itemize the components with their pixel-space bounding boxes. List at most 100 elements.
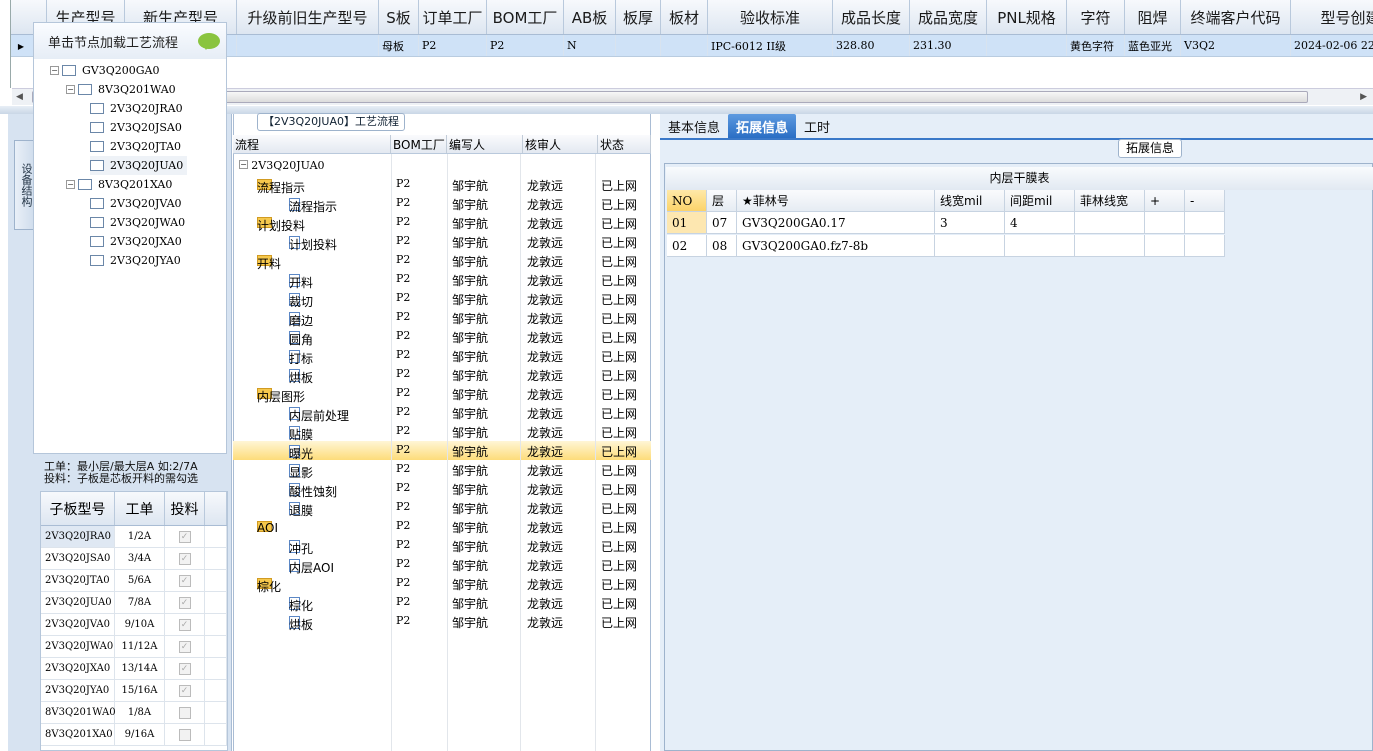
flow-step-row[interactable]: 退膜 P2 邹宇航 龙敦远 已上网 bbox=[233, 498, 651, 518]
flow-step-row[interactable]: 贴膜 P2 邹宇航 龙敦远 已上网 bbox=[233, 422, 651, 442]
column-header[interactable]: 订单工厂 bbox=[419, 0, 487, 34]
feed-checkbox[interactable]: ✓ bbox=[178, 618, 191, 631]
grid-cell[interactable]: P2 bbox=[419, 35, 487, 56]
grid-cell[interactable] bbox=[237, 35, 379, 56]
dry-film-cell[interactable] bbox=[1075, 212, 1145, 234]
dry-film-cell[interactable] bbox=[935, 235, 1005, 257]
column-header[interactable]: 升级前旧生产型号 bbox=[237, 0, 379, 34]
feed-checkbox[interactable] bbox=[178, 706, 191, 719]
sub-grid-row[interactable]: 2V3Q20JRA0 1/2A ✓ bbox=[41, 526, 227, 548]
dry-film-row[interactable]: 01 07 GV3Q200GA0.17 3 4 bbox=[667, 212, 1227, 234]
tree-node[interactable]: 2V3Q20JVA0 bbox=[90, 194, 182, 213]
tree-node[interactable]: 2V3Q20JUA0 bbox=[90, 156, 188, 175]
dry-film-cell[interactable]: 3 bbox=[935, 212, 1005, 234]
column-header[interactable]: AB板 bbox=[564, 0, 616, 34]
flow-step-row[interactable]: 烘板 P2 邹宇航 龙敦远 已上网 bbox=[233, 612, 651, 632]
column-header[interactable]: 验收标准 bbox=[708, 0, 833, 34]
grid-cell[interactable] bbox=[616, 35, 661, 56]
dry-film-column-header[interactable]: 间距mil bbox=[1005, 190, 1075, 212]
flow-step-row[interactable]: −内层图形P2邹宇航龙敦远已上网 bbox=[233, 384, 651, 404]
dry-film-cell[interactable]: 02 bbox=[667, 235, 707, 257]
flow-step-row[interactable]: 裁切 P2 邹宇航 龙敦远 已上网 bbox=[233, 289, 651, 309]
sub-grid-row[interactable]: 8V3Q201XA0 9/16A bbox=[41, 724, 227, 746]
dry-film-cell[interactable]: 01 bbox=[667, 212, 707, 234]
flow-step-row[interactable]: 烘板 P2 邹宇航 龙敦远 已上网 bbox=[233, 365, 651, 385]
grid-cell[interactable]: 231.30 bbox=[910, 35, 987, 56]
column-header[interactable]: 终端客户代码 bbox=[1181, 0, 1291, 34]
tree-node[interactable]: − GV3Q200GA0 bbox=[50, 61, 159, 80]
grid-cell[interactable]: 2024-02-06 22:25 bbox=[1291, 35, 1373, 56]
dry-film-column-header[interactable]: 线宽mil bbox=[935, 190, 1005, 212]
sub-grid-row[interactable]: 2V3Q20JVA0 9/10A ✓ bbox=[41, 614, 227, 636]
dry-film-column-header[interactable]: 层 bbox=[707, 190, 737, 212]
column-header[interactable]: S板 bbox=[379, 0, 419, 34]
feed-checkbox[interactable]: ✓ bbox=[178, 530, 191, 543]
sub-grid-row[interactable]: 8V3Q201WA0 1/8A bbox=[41, 702, 227, 724]
scroll-left-icon[interactable]: ◀ bbox=[16, 92, 23, 102]
tab-work-hours[interactable]: 工时 bbox=[796, 114, 838, 138]
tree-node[interactable]: 2V3Q20JSA0 bbox=[90, 118, 182, 137]
dry-film-cell[interactable]: 07 bbox=[707, 212, 737, 234]
grid-cell[interactable]: P2 bbox=[487, 35, 564, 56]
flow-column-header[interactable]: 核审人 bbox=[523, 135, 598, 153]
flow-step-row[interactable]: 显影 P2 邹宇航 龙敦远 已上网 bbox=[233, 460, 651, 480]
dry-film-column-header[interactable]: 菲林线宽 bbox=[1075, 190, 1145, 212]
tree-node[interactable]: 2V3Q20JXA0 bbox=[90, 232, 182, 251]
dry-film-row[interactable]: 02 08 GV3Q200GA0.fz7-8b bbox=[667, 235, 1227, 257]
flow-step-row[interactable]: 计划投料 P2 邹宇航 龙敦远 已上网 bbox=[233, 232, 651, 252]
dry-film-cell[interactable]: GV3Q200GA0.fz7-8b bbox=[737, 235, 935, 257]
sub-grid-row[interactable]: 2V3Q20JSA0 3/4A ✓ bbox=[41, 548, 227, 570]
dry-film-cell[interactable] bbox=[1005, 235, 1075, 257]
feed-checkbox[interactable]: ✓ bbox=[178, 596, 191, 609]
sub-grid-column-header[interactable]: 工单 bbox=[115, 492, 165, 525]
grid-cell[interactable]: 328.80 bbox=[833, 35, 910, 56]
flow-column-header[interactable]: 编写人 bbox=[447, 135, 523, 153]
tab-extension-info[interactable]: 拓展信息 bbox=[728, 114, 797, 138]
flow-step-row[interactable]: −棕化P2邹宇航龙敦远已上网 bbox=[233, 574, 651, 594]
flow-step-row[interactable]: 打标 P2 邹宇航 龙敦远 已上网 bbox=[233, 346, 651, 366]
dry-film-column-header[interactable]: ★菲林号 bbox=[737, 190, 935, 212]
sub-grid-row[interactable]: 2V3Q20JUA0 7/8A ✓ bbox=[41, 592, 227, 614]
column-header[interactable]: PNL规格 bbox=[987, 0, 1067, 34]
collapse-icon[interactable]: − bbox=[239, 160, 248, 169]
column-header[interactable]: 板厚 bbox=[616, 0, 661, 34]
flow-step-row[interactable]: 冲孔 P2 邹宇航 龙敦远 已上网 bbox=[233, 536, 651, 556]
dry-film-cell[interactable] bbox=[1185, 212, 1225, 234]
grid-cell[interactable]: N bbox=[564, 35, 616, 56]
feed-checkbox[interactable]: ✓ bbox=[178, 640, 191, 653]
flow-step-row[interactable]: −AOIP2邹宇航龙敦远已上网 bbox=[233, 517, 651, 536]
sub-grid-row[interactable]: 2V3Q20JXA0 13/14A ✓ bbox=[41, 658, 227, 680]
flow-step-row[interactable]: 曝光 P2 邹宇航 龙敦远 已上网 bbox=[233, 441, 651, 461]
dry-film-cell[interactable]: GV3Q200GA0.17 bbox=[737, 212, 935, 234]
grid-cell[interactable] bbox=[987, 35, 1067, 56]
tree-node[interactable]: 2V3Q20JTA0 bbox=[90, 137, 181, 156]
flow-root-node[interactable]: −⌂2V3Q20JUA0 bbox=[233, 156, 651, 175]
flow-step-row[interactable]: −开料P2邹宇航龙敦远已上网 bbox=[233, 251, 651, 271]
collapse-icon[interactable]: − bbox=[50, 66, 59, 75]
flow-step-row[interactable]: −计划投料P2邹宇航龙敦远已上网 bbox=[233, 213, 651, 233]
flow-step-row[interactable]: 磨边 P2 邹宇航 龙敦远 已上网 bbox=[233, 308, 651, 328]
feed-checkbox[interactable] bbox=[178, 728, 191, 741]
grid-cell[interactable]: V3Q2 bbox=[1181, 35, 1291, 56]
tree-node[interactable]: 2V3Q20JYA0 bbox=[90, 251, 181, 270]
flow-step-row[interactable]: 流程指示 P2 邹宇航 龙敦远 已上网 bbox=[233, 194, 651, 214]
sub-grid-row[interactable]: 2V3Q20JWA0 11/12A ✓ bbox=[41, 636, 227, 658]
dry-film-cell[interactable] bbox=[1185, 235, 1225, 257]
flow-step-row[interactable]: 内层前处理 P2 邹宇航 龙敦远 已上网 bbox=[233, 403, 651, 423]
column-header[interactable]: 成品长度 bbox=[833, 0, 910, 34]
grid-cell[interactable]: 母板 bbox=[379, 35, 419, 56]
flow-step-row[interactable]: 棕化 P2 邹宇航 龙敦远 已上网 bbox=[233, 593, 651, 613]
dry-film-column-header[interactable]: + bbox=[1145, 190, 1185, 212]
flow-column-header[interactable]: 状态 bbox=[598, 135, 651, 153]
dry-film-cell[interactable] bbox=[1145, 212, 1185, 234]
collapse-icon[interactable]: − bbox=[66, 180, 75, 189]
tree-node[interactable]: − 8V3Q201WA0 bbox=[66, 80, 176, 99]
feed-checkbox[interactable]: ✓ bbox=[178, 574, 191, 587]
flow-step-row[interactable]: 圆角 P2 邹宇航 龙敦远 已上网 bbox=[233, 327, 651, 347]
dry-film-cell[interactable]: 08 bbox=[707, 235, 737, 257]
scroll-right-icon[interactable]: ▶ bbox=[1360, 92, 1367, 102]
dry-film-cell[interactable] bbox=[1145, 235, 1185, 257]
flow-column-header[interactable]: 流程 bbox=[233, 135, 391, 153]
flow-step-row[interactable]: −流程指示P2邹宇航龙敦远已上网 bbox=[233, 175, 651, 195]
flow-step-row[interactable]: 内层AOI P2 邹宇航 龙敦远 已上网 bbox=[233, 555, 651, 575]
